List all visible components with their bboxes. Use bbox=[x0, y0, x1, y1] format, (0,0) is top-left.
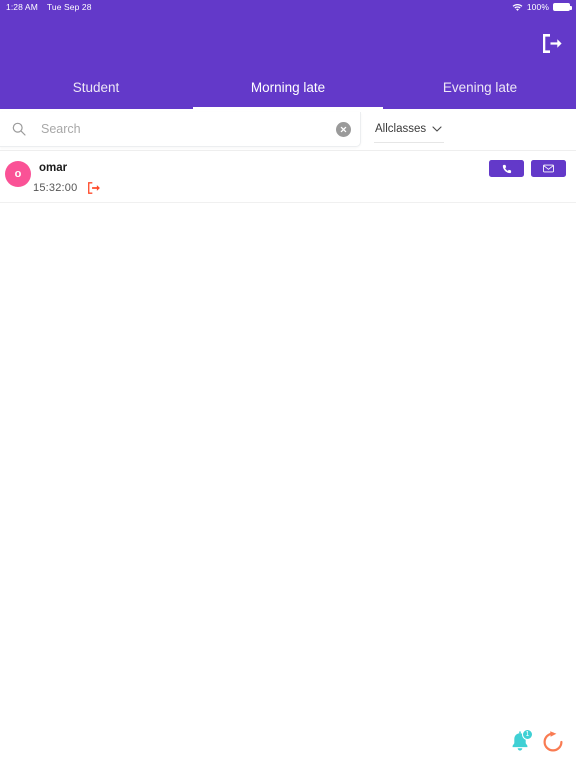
status-date: Tue Sep 28 bbox=[46, 2, 92, 12]
tab-student[interactable]: Student bbox=[0, 79, 192, 109]
wifi-icon bbox=[512, 3, 523, 11]
avatar-initial: o bbox=[14, 168, 22, 180]
logout-icon bbox=[543, 33, 562, 53]
status-bar-left: 1:28 AM Tue Sep 28 bbox=[6, 2, 92, 12]
chevron-down-icon bbox=[432, 125, 442, 132]
tab-bar: Student Morning late Evening late bbox=[0, 79, 576, 109]
class-filter-dropdown[interactable]: Allclasses bbox=[374, 117, 445, 143]
logout-button[interactable] bbox=[534, 27, 568, 57]
student-time-group: 15:32:00 bbox=[33, 181, 101, 195]
status-time: 1:28 AM bbox=[6, 2, 38, 12]
search-input[interactable] bbox=[41, 122, 336, 136]
student-list: o omar 15:32:00 bbox=[0, 151, 576, 203]
clear-icon bbox=[340, 126, 347, 132]
app-root: 1:28 AM Tue Sep 28 100% Student Morning … bbox=[0, 0, 576, 768]
mail-icon bbox=[543, 164, 554, 173]
clear-search-button[interactable] bbox=[336, 121, 351, 137]
tab-evening-late[interactable]: Evening late bbox=[384, 79, 576, 109]
call-button[interactable] bbox=[489, 160, 524, 177]
status-bar-right: 100% bbox=[512, 2, 572, 12]
student-info: omar bbox=[39, 159, 67, 175]
row-actions bbox=[489, 160, 566, 177]
table-row[interactable]: o omar 15:32:00 bbox=[0, 151, 576, 203]
search-box[interactable] bbox=[0, 112, 361, 147]
tab-morning-late-label: Morning late bbox=[250, 80, 326, 95]
class-filter-label: Allclasses bbox=[375, 122, 427, 135]
battery-icon bbox=[553, 3, 572, 11]
refresh-button[interactable] bbox=[541, 730, 565, 759]
tab-evening-late-label: Evening late bbox=[442, 80, 518, 95]
phone-icon bbox=[502, 164, 511, 173]
search-icon bbox=[12, 122, 26, 136]
notification-badge: 1 bbox=[522, 729, 533, 740]
notifications-button[interactable]: 1 bbox=[507, 729, 533, 760]
student-time: 15:32:00 bbox=[33, 182, 78, 194]
exit-icon bbox=[88, 182, 101, 194]
search-row: Allclasses bbox=[0, 109, 576, 151]
tab-student-label: Student bbox=[72, 80, 120, 95]
floating-actions: 1 bbox=[507, 729, 565, 760]
tab-morning-late[interactable]: Morning late bbox=[192, 79, 384, 109]
app-bar bbox=[0, 14, 576, 79]
status-bar: 1:28 AM Tue Sep 28 100% bbox=[0, 0, 576, 14]
refresh-icon bbox=[543, 731, 563, 752]
student-name: omar bbox=[39, 162, 68, 174]
mail-button[interactable] bbox=[531, 160, 566, 177]
battery-percent: 100% bbox=[526, 2, 549, 12]
avatar: o bbox=[5, 161, 31, 187]
